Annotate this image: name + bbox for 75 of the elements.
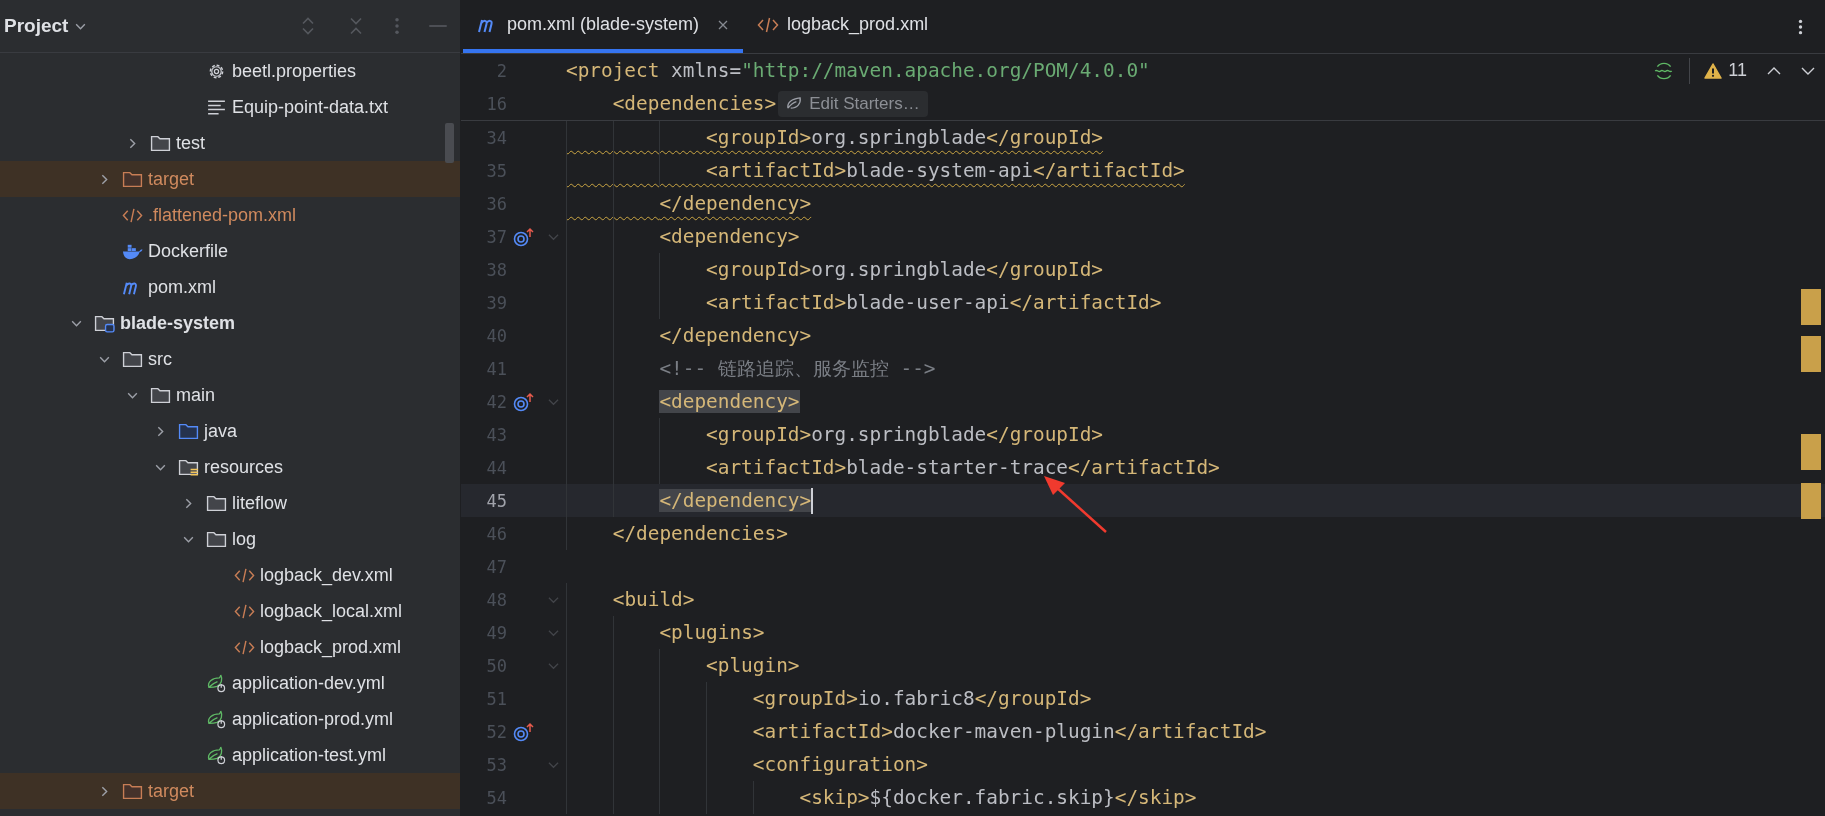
code-line: </dependency> (658, 192, 812, 215)
tree-item[interactable]: target (148, 168, 195, 190)
folder-icon (122, 169, 143, 189)
tree-item[interactable]: application-test.yml (232, 744, 387, 766)
tree-row-highlight[interactable]: target (0, 773, 460, 809)
code-line: <artifactId>blade-user-api</artifactId> (705, 291, 1162, 314)
tree-row-highlight[interactable]: target (0, 161, 460, 197)
code-line: <build> (611, 588, 695, 611)
tree-item[interactable]: .flattened-pom.xml (148, 204, 297, 226)
folder-icon (178, 421, 199, 441)
implementation-marker-icon[interactable] (513, 226, 535, 247)
warning-icon (1704, 62, 1723, 79)
leaf-power-icon (206, 709, 227, 729)
implementation-marker-icon[interactable] (513, 391, 535, 412)
text-caret (811, 487, 814, 514)
tree-item[interactable]: resources (204, 456, 284, 478)
tree-item[interactable]: application-prod.yml (232, 708, 394, 730)
code-line: <artifactId>blade-system-api</artifactId> (705, 159, 1185, 182)
close-icon[interactable] (717, 18, 730, 31)
folder-icon (122, 349, 143, 369)
code-line: <groupId>io.fabric8</groupId> (751, 687, 1092, 710)
code-line: <configuration> (751, 753, 928, 776)
implementation-marker-icon[interactable] (513, 721, 535, 742)
code-line: </dependencies> (611, 522, 788, 545)
code-line: <artifactId>blade-starter-trace</artifactId> (705, 456, 1220, 479)
tree-item[interactable]: Dockerfile (148, 240, 229, 262)
folder-icon (206, 493, 227, 513)
panel-title[interactable]: Project (4, 15, 69, 37)
code-line: <groupId>org.springblade</groupId> (705, 126, 1104, 149)
folder-icon (206, 529, 227, 549)
tree-item[interactable]: application-dev.yml (232, 672, 385, 694)
chevron-up-icon[interactable] (1767, 65, 1781, 76)
text-file-icon (206, 97, 227, 117)
code-line: <dependencies> (611, 92, 777, 115)
tree-item[interactable]: logback_prod.xml (260, 636, 402, 658)
tree-item[interactable]: test (176, 132, 205, 154)
code-line: <groupId>org.springblade</groupId> (705, 258, 1104, 281)
tree-item[interactable]: Equip-point-data.txt (232, 96, 389, 118)
code-line: <dependency> (658, 225, 800, 248)
folder-icon (150, 385, 171, 405)
code-line: <!-- 链路追踪、服务监控 --> (658, 356, 936, 382)
more-icon[interactable] (1798, 17, 1803, 36)
code-line: <groupId>org.springblade</groupId> (705, 423, 1104, 446)
folder-icon (122, 781, 143, 801)
tree-item[interactable]: src (148, 348, 172, 370)
tree-item[interactable]: beetl.properties (232, 60, 357, 82)
folder-icon (150, 133, 171, 153)
tree-item[interactable]: target (148, 780, 195, 802)
code-file-icon (757, 15, 780, 34)
editor-tab[interactable]: pom.xml (blade-system) (463, 0, 744, 53)
code-line: <artifactId>docker-maven-plugin</artifactId> (751, 720, 1267, 743)
chevron-down-icon[interactable] (1801, 65, 1815, 76)
code-line: </dependency> (658, 324, 812, 347)
tree-item[interactable]: main (176, 384, 215, 406)
tree-item[interactable]: liteflow (232, 492, 288, 514)
code-line: <plugins> (658, 621, 765, 644)
leaf-icon (786, 96, 804, 111)
edit-starters-hint[interactable]: Edit Starters… (778, 90, 928, 117)
tree-item[interactable]: logback_dev.xml (260, 564, 393, 586)
leaf-power-icon (206, 745, 227, 765)
tree-item[interactable]: java (204, 420, 238, 442)
line-number: 45 (485, 490, 507, 511)
module-folder-icon (94, 313, 115, 333)
leaf-power-icon (206, 673, 227, 693)
code-line: <plugin> (705, 654, 800, 677)
folder-icon (178, 457, 199, 477)
tree-item[interactable]: blade-system (120, 312, 236, 334)
scrollbar-thumb[interactable] (445, 123, 454, 163)
code-line: <project xmlns="http://maven.apache.org/POM/4.0.0" (566, 59, 1150, 82)
tree-item[interactable]: pom.xml (148, 276, 216, 298)
tree-item[interactable]: logback_local.xml (260, 600, 403, 622)
editor-tab[interactable]: logback_prod.xml (743, 0, 943, 53)
code-line: <skip>${docker.fabric.skip}</skip> (798, 786, 1197, 809)
warning-count[interactable]: 11 (1704, 60, 1747, 81)
tree-item[interactable]: log (232, 528, 257, 550)
